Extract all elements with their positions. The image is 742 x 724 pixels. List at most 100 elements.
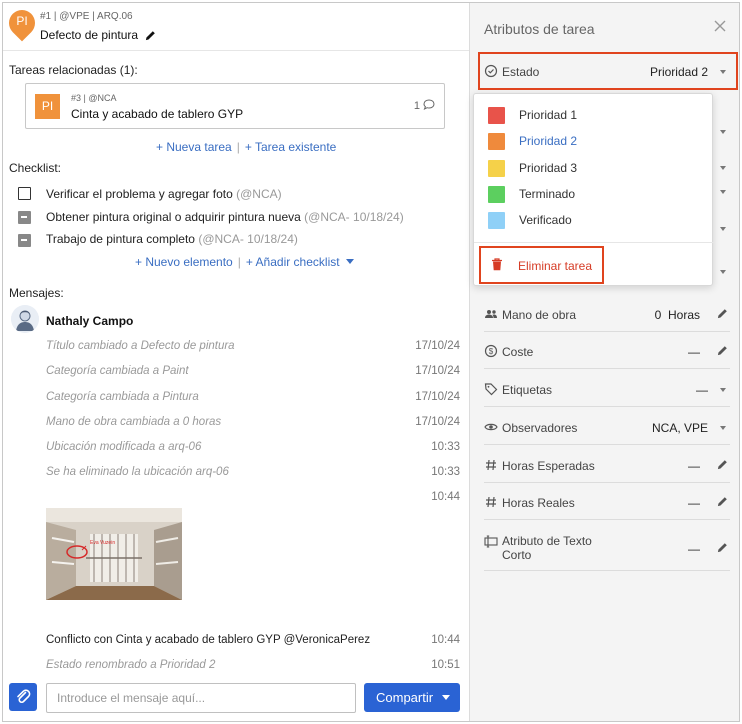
message-photo[interactable]: Eva Vuzein [46,508,182,600]
trash-icon [492,258,502,271]
add-checklist-label: + Añadir checklist [245,255,340,269]
delete-task-label: Eliminar tarea [518,259,593,273]
estado-highlight [478,52,738,90]
people-icon [485,310,497,318]
menu-divider [474,242,714,243]
checklist-item-3: Trabajo de pintura completo (@NCA- 10/18… [46,232,298,246]
attribute-label-line: Atributo de Texto [502,534,592,548]
pencil-icon[interactable] [717,496,728,507]
attribute-label: Mano de obra [502,308,577,322]
related-tasks-label: Tareas relacionadas (1): [9,63,138,77]
status-option-prioridad-3[interactable]: Prioridad 3 [488,157,698,179]
pencil-icon[interactable] [717,459,728,470]
attribute-label: Etiquetas [502,383,553,397]
attribute-value: — [688,542,700,556]
task-meta: #1 | @VPE | ARQ.06 [40,11,133,22]
chevron-down-icon [345,259,354,264]
comment-icon [423,99,435,111]
checklist-item-meta: (@NCA) [236,187,282,201]
labor-attribute[interactable]: Mano de obra 0 Horas [484,296,730,332]
status-color-swatch [488,160,505,177]
room-photo-image: Eva Vuzein [46,508,182,600]
chevron-down-icon [720,227,726,231]
status-color-swatch [488,212,505,229]
checklist-checkbox-1[interactable] [18,187,31,200]
hash-icon [486,496,496,508]
message-text: Estado renombrado a Prioridad 2 [46,659,216,671]
chevron-down-icon [720,426,726,430]
status-option-terminado[interactable]: Terminado [488,183,698,205]
edit-title-icon[interactable] [145,30,156,41]
attribute-value: NCA, VPE [651,421,708,435]
new-item-link[interactable]: + Nuevo elemento [135,255,233,269]
delete-task-option[interactable]: Eliminar tarea [491,258,592,274]
message-time: 10:33 [431,466,460,478]
related-task-badge: PI [35,94,60,119]
status-color-swatch [488,107,505,124]
tags-attribute[interactable]: Etiquetas — [484,371,730,407]
short-text-attribute[interactable]: Atributo de Texto Corto — [484,522,730,571]
task-title-row[interactable]: Defecto de pintura [40,28,156,42]
message-text: Se ha eliminado la ubicación arq-06 [46,466,229,478]
related-task-comments: 1 [414,99,435,112]
attribute-value: — [688,345,700,359]
link-separator: | [236,140,240,154]
status-option-label: Prioridad 1 [519,108,578,122]
message-time: 17/10/24 [415,391,460,403]
message-composer: Compartir [3,675,469,721]
status-option-label: Prioridad 3 [519,161,578,175]
close-icon[interactable] [713,19,727,33]
message-input[interactable] [46,683,356,713]
attribute-value: — [696,383,708,397]
actual-hours-attribute[interactable]: Horas Reales — [484,484,730,520]
chevron-down-icon [720,190,726,194]
link-separator: | [237,255,241,269]
message-time: 17/10/24 [415,365,460,377]
pencil-icon[interactable] [717,308,728,319]
message-time: 10:44 [431,634,460,646]
checklist-item-text: Obtener pintura original o adquirir pint… [46,210,301,224]
related-task-meta: #3 | @NCA [71,93,117,103]
attach-button[interactable] [9,683,37,711]
message-text: Título cambiado a Defecto de pintura [46,340,235,352]
cost-attribute[interactable]: $ Coste — [484,333,730,369]
task-header: PI #1 | @VPE | ARQ.06 Defecto de pintura [3,3,469,51]
photo-annotation: Eva Vuzein [90,540,115,546]
eye-icon [484,423,498,431]
dollar-icon: $ [484,344,498,358]
avatar [11,305,39,333]
related-task-card[interactable]: PI #3 | @NCA Cinta y acabado de tablero … [25,83,445,129]
message-author: Nathaly Campo [46,314,134,328]
share-button[interactable]: Compartir [364,683,460,712]
chevron-down-icon[interactable] [442,695,450,700]
related-links: + Nueva tarea | + Tarea existente [156,140,336,154]
checklist-item-text: Verificar el problema y agregar foto [46,187,233,201]
chevron-down-icon [720,270,726,274]
status-option-prioridad-2[interactable]: Prioridad 2 [488,130,698,152]
checklist-item-1: Verificar el problema y agregar foto (@N… [46,187,282,201]
messages-label: Mensajes: [9,286,64,300]
status-option-verificado[interactable]: Verificado [488,209,698,231]
checklist-checkbox-3[interactable] [18,234,31,247]
task-title: Defecto de pintura [40,28,139,42]
expected-hours-attribute[interactable]: Horas Esperadas — [484,447,730,483]
text-field-icon [484,535,498,548]
attribute-value: 0 Horas [654,308,700,322]
checklist-links: + Nuevo elemento | + Añadir checklist [135,255,354,269]
chevron-down-icon [720,388,726,392]
status-option-label: Prioridad 2 [519,134,578,148]
existing-task-link[interactable]: + Tarea existente [245,140,337,154]
observers-attribute[interactable]: Observadores NCA, VPE [484,409,730,445]
checklist-checkbox-2[interactable] [18,211,31,224]
pencil-icon[interactable] [717,542,728,553]
checklist-item-meta: (@NCA- 10/18/24) [198,232,298,246]
attribute-label-line: Corto [502,548,532,562]
task-badge-text: PI [16,14,28,28]
task-detail-panel: PI #1 | @VPE | ARQ.06 Defecto de pintura… [3,3,469,721]
status-option-prioridad-1[interactable]: Prioridad 1 [488,104,698,126]
add-checklist-link[interactable]: + Añadir checklist [246,255,354,269]
pencil-icon[interactable] [717,345,728,356]
message-text: Categoría cambiada a Paint [46,365,189,377]
status-color-swatch [488,133,505,150]
new-task-link[interactable]: + Nueva tarea [156,140,232,154]
